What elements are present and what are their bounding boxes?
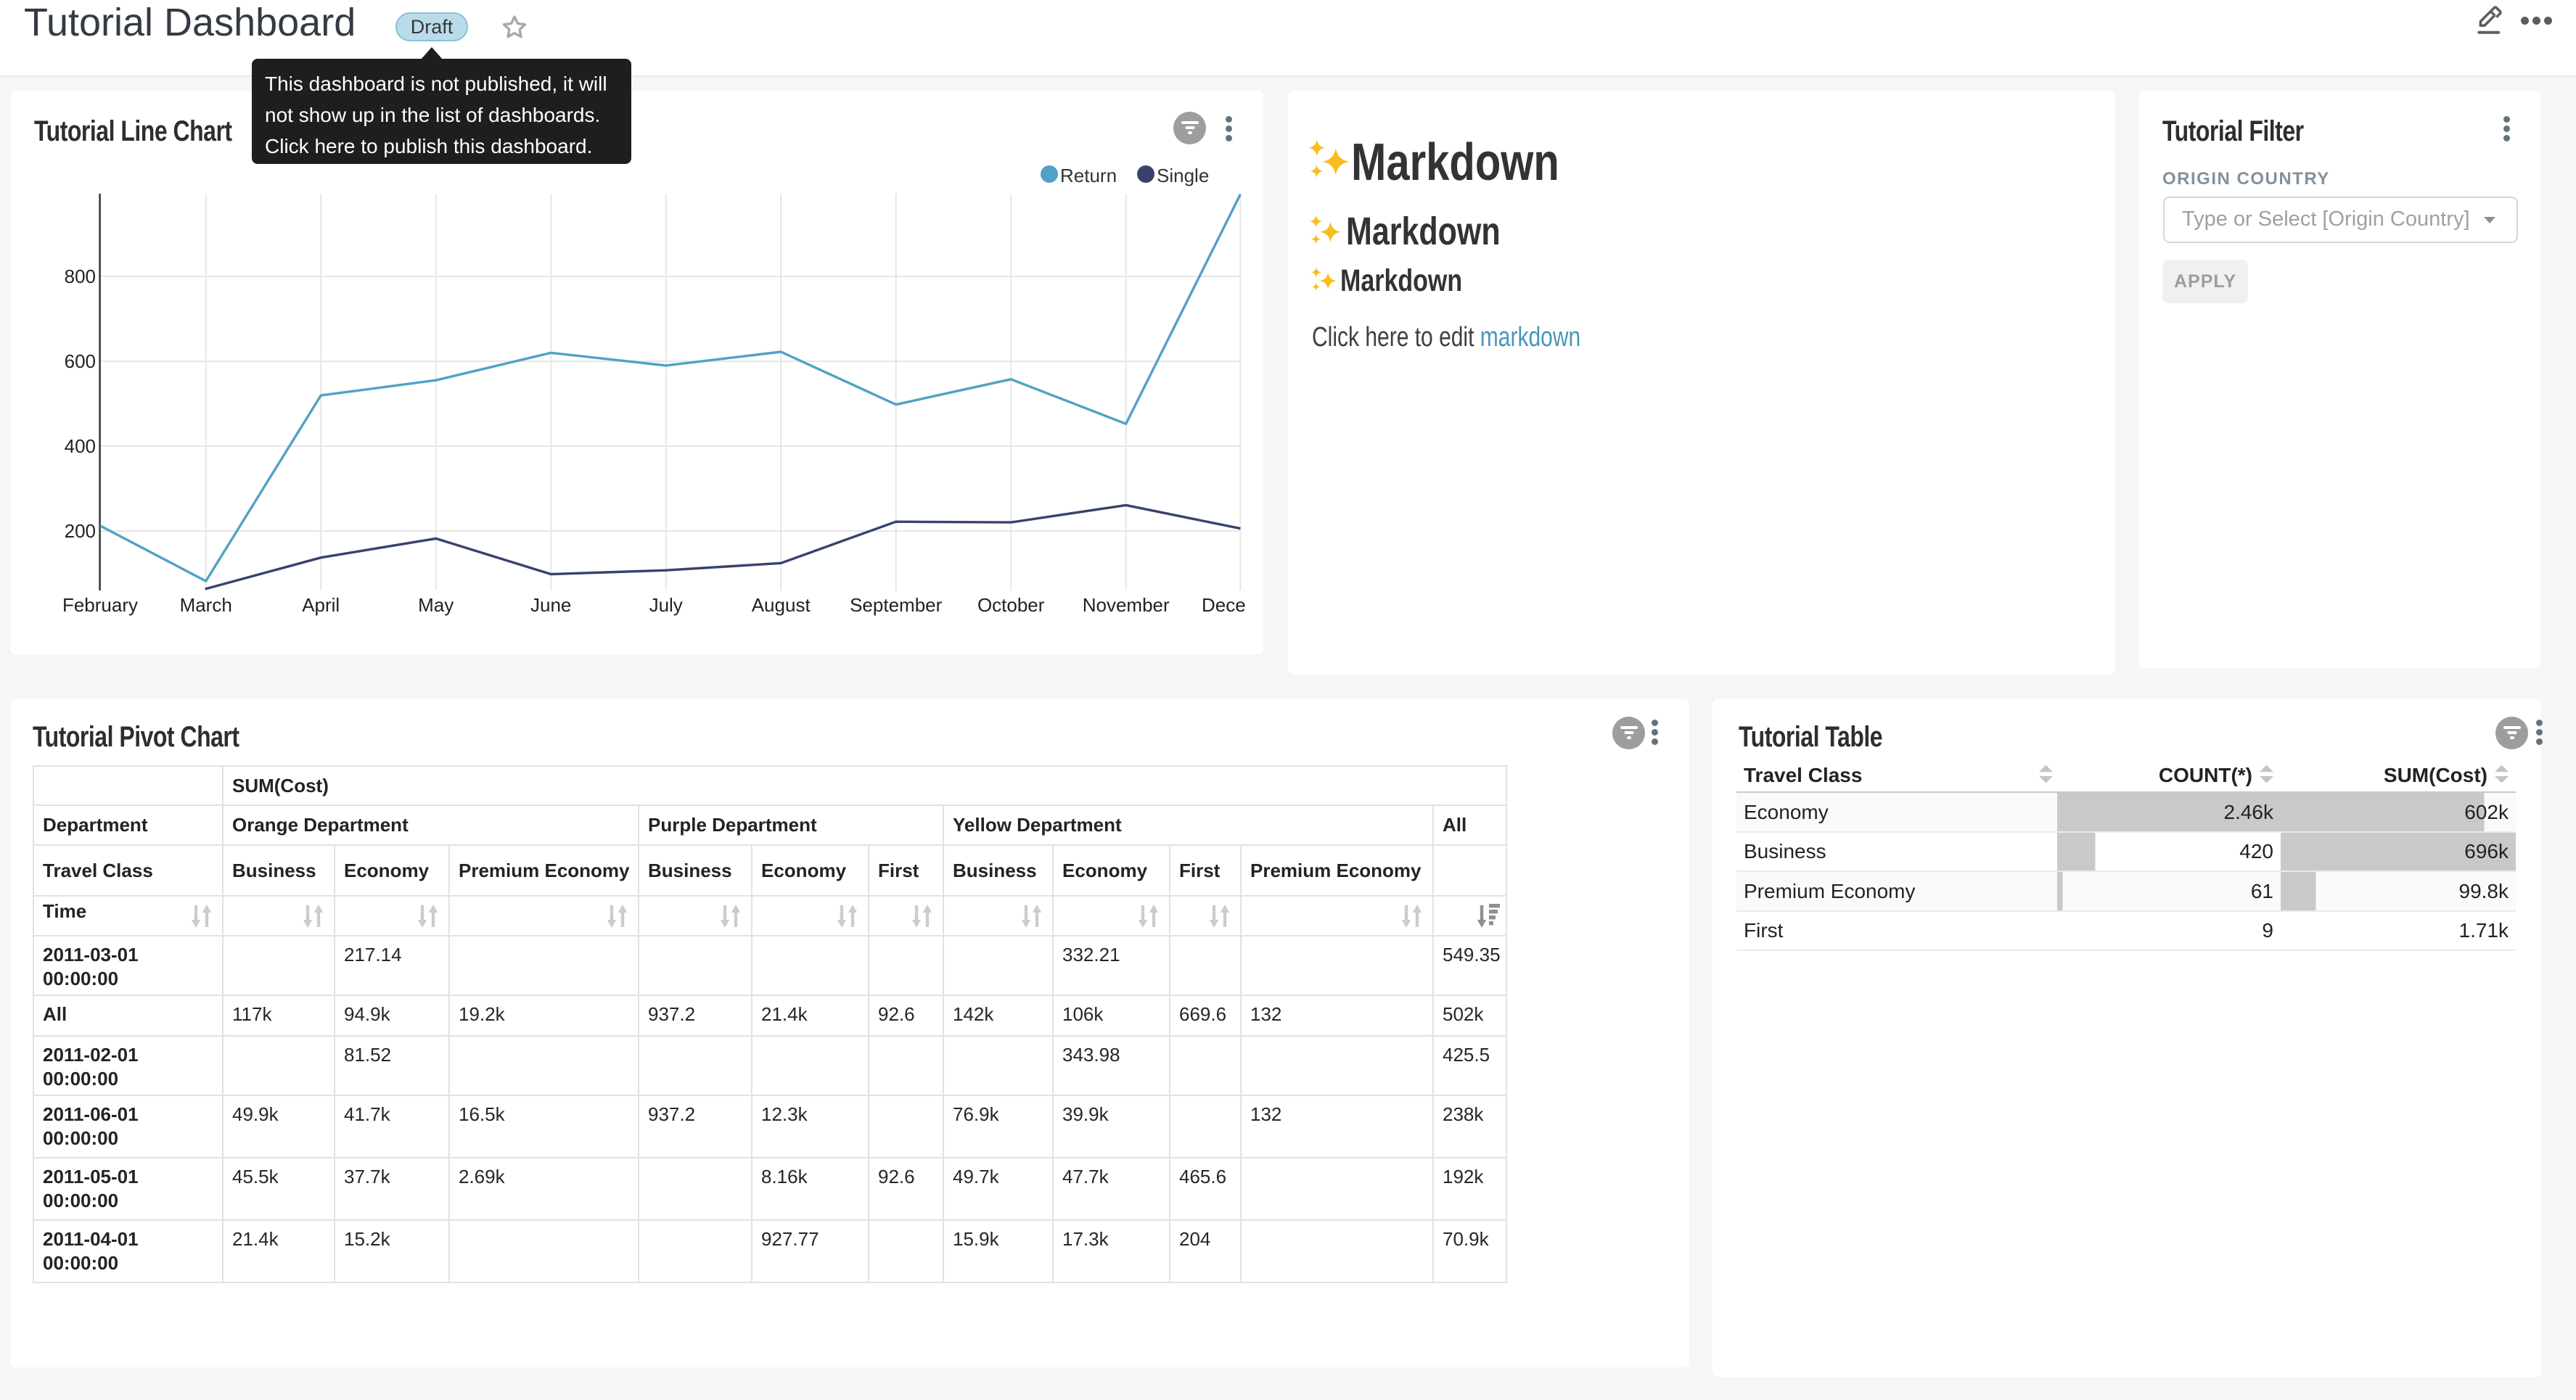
svg-text:June: June <box>530 594 571 616</box>
svg-text:Dece: Dece <box>1202 594 1246 616</box>
svg-text:July: July <box>649 594 683 616</box>
svg-text:600: 600 <box>65 350 96 372</box>
svg-text:400: 400 <box>65 435 96 457</box>
svg-text:October: October <box>977 594 1045 616</box>
svg-text:August: August <box>752 594 811 616</box>
svg-text:March: March <box>180 594 232 616</box>
svg-text:September: September <box>850 594 943 616</box>
svg-text:April: April <box>302 594 340 616</box>
svg-text:November: November <box>1083 594 1170 616</box>
svg-text:May: May <box>418 594 454 616</box>
svg-text:200: 200 <box>65 520 96 542</box>
svg-text:February: February <box>62 594 138 616</box>
svg-text:800: 800 <box>65 265 96 287</box>
